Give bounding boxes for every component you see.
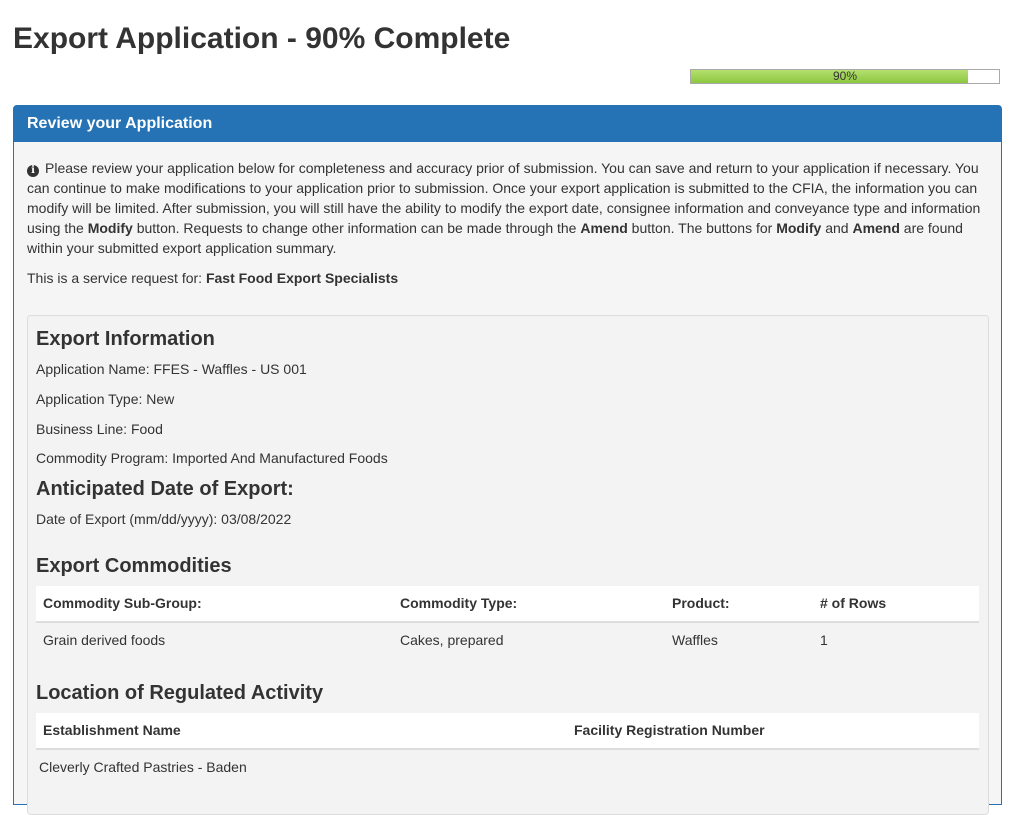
column-header: Commodity Type: — [400, 595, 518, 611]
table-cell: Grain derived foods — [43, 632, 166, 648]
column-header: Commodity Sub-Group: — [43, 595, 202, 611]
business-line: Business Line: Food — [36, 421, 163, 437]
application-summary: Export Information Application Name: FFE… — [27, 315, 989, 815]
table-cell: Waffles — [672, 632, 718, 648]
progress-bar: 90% — [690, 69, 1000, 84]
info-text-3: button. The buttons for — [627, 220, 777, 236]
service-request-company: Fast Food Export Specialists — [205, 270, 399, 286]
service-request-label: This is a service request for: — [27, 270, 203, 286]
regulated-activity-heading: Location of Regulated Activity — [36, 682, 324, 704]
info-amend-1: Amend — [580, 220, 628, 236]
export-information-heading: Export Information — [36, 328, 215, 350]
commodity-program: Commodity Program: Imported And Manufact… — [36, 450, 388, 466]
table-cell: Cleverly Crafted Pastries - Baden — [39, 759, 247, 775]
commodities-table: Commodity Sub-Group: Commodity Type: Pro… — [36, 586, 979, 657]
application-type: Application Type: New — [36, 391, 175, 407]
info-modify-2: Modify — [776, 220, 822, 236]
export-commodities-heading: Export Commodities — [36, 555, 232, 577]
regulated-activity-table-header: Establishment Name Facility Registration… — [36, 713, 979, 750]
info-text-4: and — [821, 220, 853, 236]
info-modify-1: Modify — [87, 220, 133, 236]
review-instructions: i Please review your application below fo… — [27, 158, 982, 258]
info-icon: i — [27, 165, 39, 177]
application-name: Application Name: FFES - Waffles - US 00… — [36, 361, 307, 377]
service-request-line: This is a service request for: Fast Food… — [27, 270, 398, 286]
info-text-2: button. Requests to change other informa… — [132, 220, 581, 236]
date-of-export: Date of Export (mm/dd/yyyy): 03/08/2022 — [36, 511, 292, 527]
column-header: # of Rows — [820, 595, 887, 611]
column-header: Establishment Name — [43, 722, 181, 738]
commodities-table-header: Commodity Sub-Group: Commodity Type: Pro… — [36, 586, 979, 623]
regulated-activity-table: Establishment Name Facility Registration… — [36, 713, 979, 784]
column-header: Product: — [672, 595, 730, 611]
page-title: Export Application - 90% Complete — [13, 22, 511, 55]
table-cell: 1 — [820, 632, 828, 648]
info-amend-2: Amend — [852, 220, 900, 236]
panel-heading: Review your Application — [14, 106, 1001, 142]
anticipated-date-heading: Anticipated Date of Export: — [36, 478, 294, 500]
progress-label: 90% — [832, 69, 858, 83]
review-panel: Review your Application i Please review y… — [13, 105, 1002, 815]
table-row: Grain derived foods Cakes, prepared Waff… — [36, 623, 979, 657]
table-row: Cleverly Crafted Pastries - Baden — [36, 750, 979, 784]
table-cell: Cakes, prepared — [400, 632, 504, 648]
column-header: Facility Registration Number — [574, 722, 765, 738]
